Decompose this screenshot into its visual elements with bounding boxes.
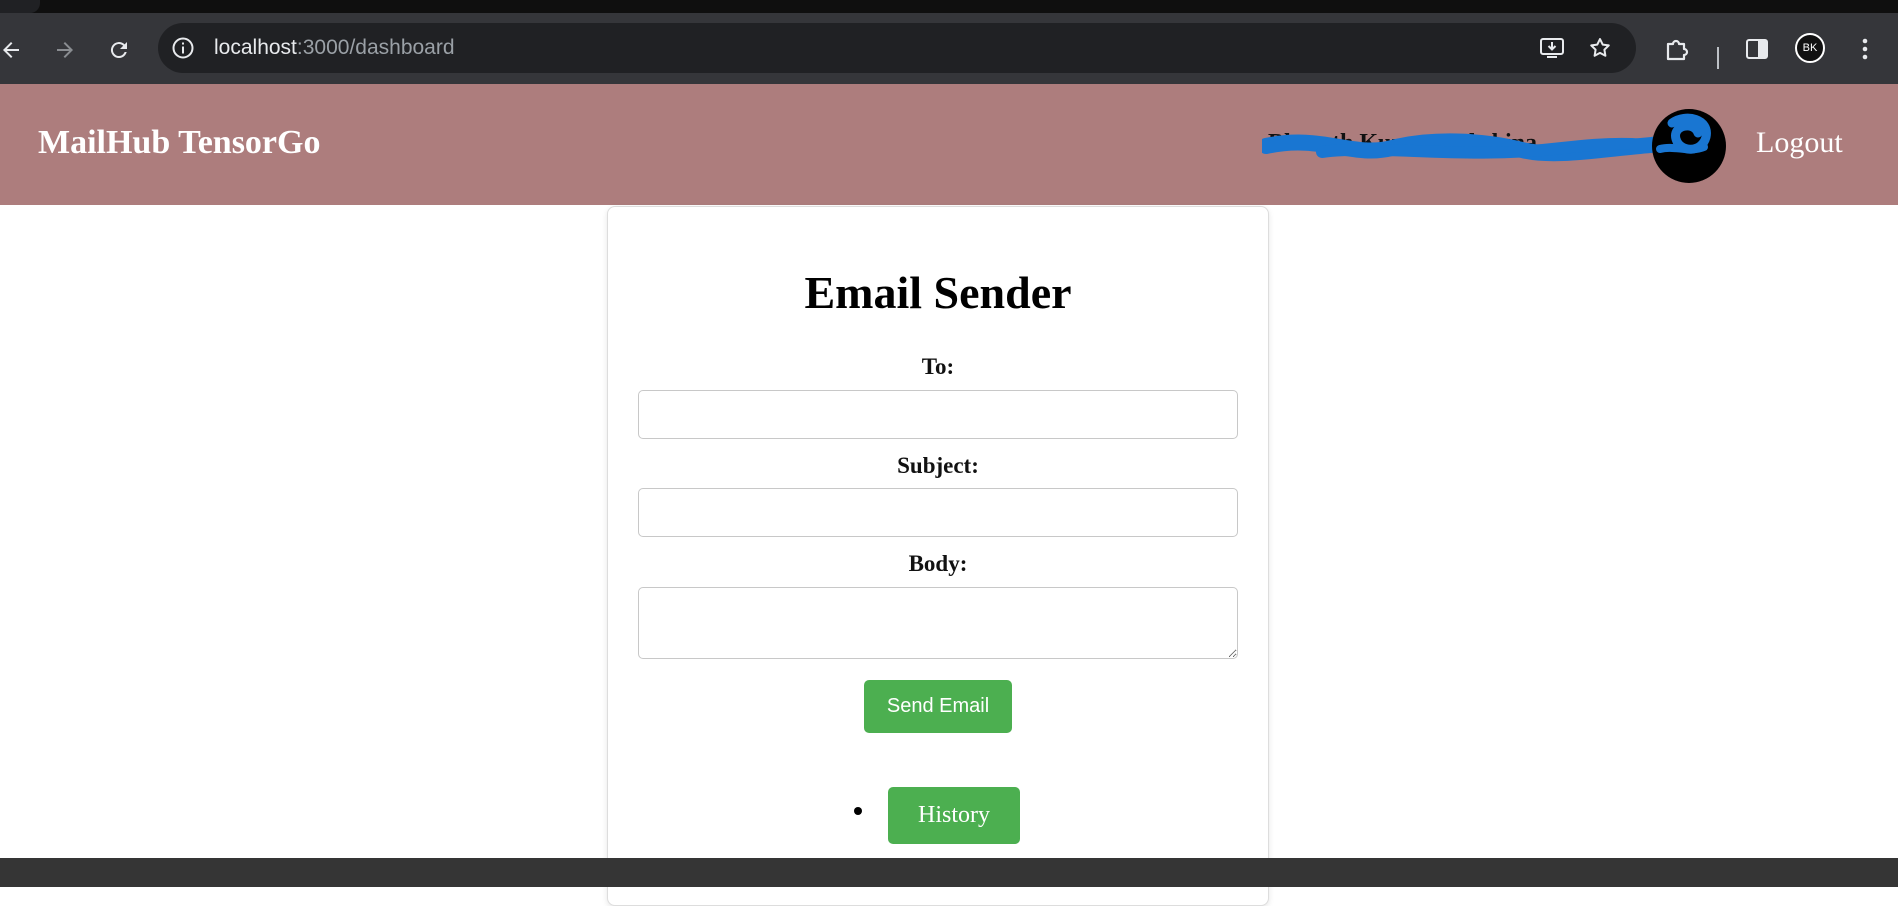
profile-initials: BK bbox=[1802, 42, 1818, 54]
send-email-button[interactable]: Send Email bbox=[864, 680, 1012, 733]
page-title: Email Sender bbox=[804, 267, 1072, 318]
more-menu-icon[interactable] bbox=[1849, 33, 1881, 65]
site-info-icon[interactable] bbox=[170, 35, 196, 61]
browser-toolbar: localhost:3000/dashboard BK bbox=[0, 13, 1898, 84]
bookmark-star-icon[interactable] bbox=[1587, 35, 1613, 61]
reload-icon[interactable] bbox=[104, 35, 134, 65]
url-path: :3000/dashboard bbox=[296, 36, 455, 59]
address-url: localhost:3000/dashboard bbox=[214, 23, 455, 73]
browser-tab-corner bbox=[0, 0, 40, 13]
brand-title: MailHub TensorGo bbox=[38, 124, 321, 161]
forward-arrow-icon[interactable] bbox=[50, 35, 80, 65]
redaction-scribble bbox=[1262, 133, 1702, 162]
body-textarea[interactable] bbox=[638, 587, 1238, 659]
profile-avatar[interactable]: BK bbox=[1795, 33, 1825, 63]
user-avatar bbox=[1652, 109, 1726, 183]
avatar-scribble-icon bbox=[1656, 113, 1711, 154]
to-input[interactable] bbox=[638, 390, 1238, 439]
extensions-puzzle-icon[interactable] bbox=[1661, 33, 1693, 65]
history-button[interactable]: History bbox=[888, 787, 1020, 844]
toolbar-separator bbox=[1717, 47, 1719, 69]
address-bar[interactable]: localhost:3000/dashboard bbox=[158, 23, 1636, 73]
back-arrow-icon[interactable] bbox=[0, 35, 26, 65]
install-app-icon[interactable] bbox=[1539, 35, 1565, 61]
subject-input[interactable] bbox=[638, 488, 1238, 537]
bottom-bar bbox=[0, 858, 1898, 887]
subject-label: Subject: bbox=[897, 453, 979, 478]
url-host: localhost bbox=[214, 36, 297, 59]
side-panel-icon[interactable] bbox=[1741, 33, 1773, 65]
body-label: Body: bbox=[908, 551, 968, 576]
browser-tab-strip bbox=[0, 0, 1898, 13]
logout-link[interactable]: Logout bbox=[1756, 84, 1843, 205]
to-label: To: bbox=[921, 354, 955, 379]
list-bullet bbox=[854, 807, 862, 815]
